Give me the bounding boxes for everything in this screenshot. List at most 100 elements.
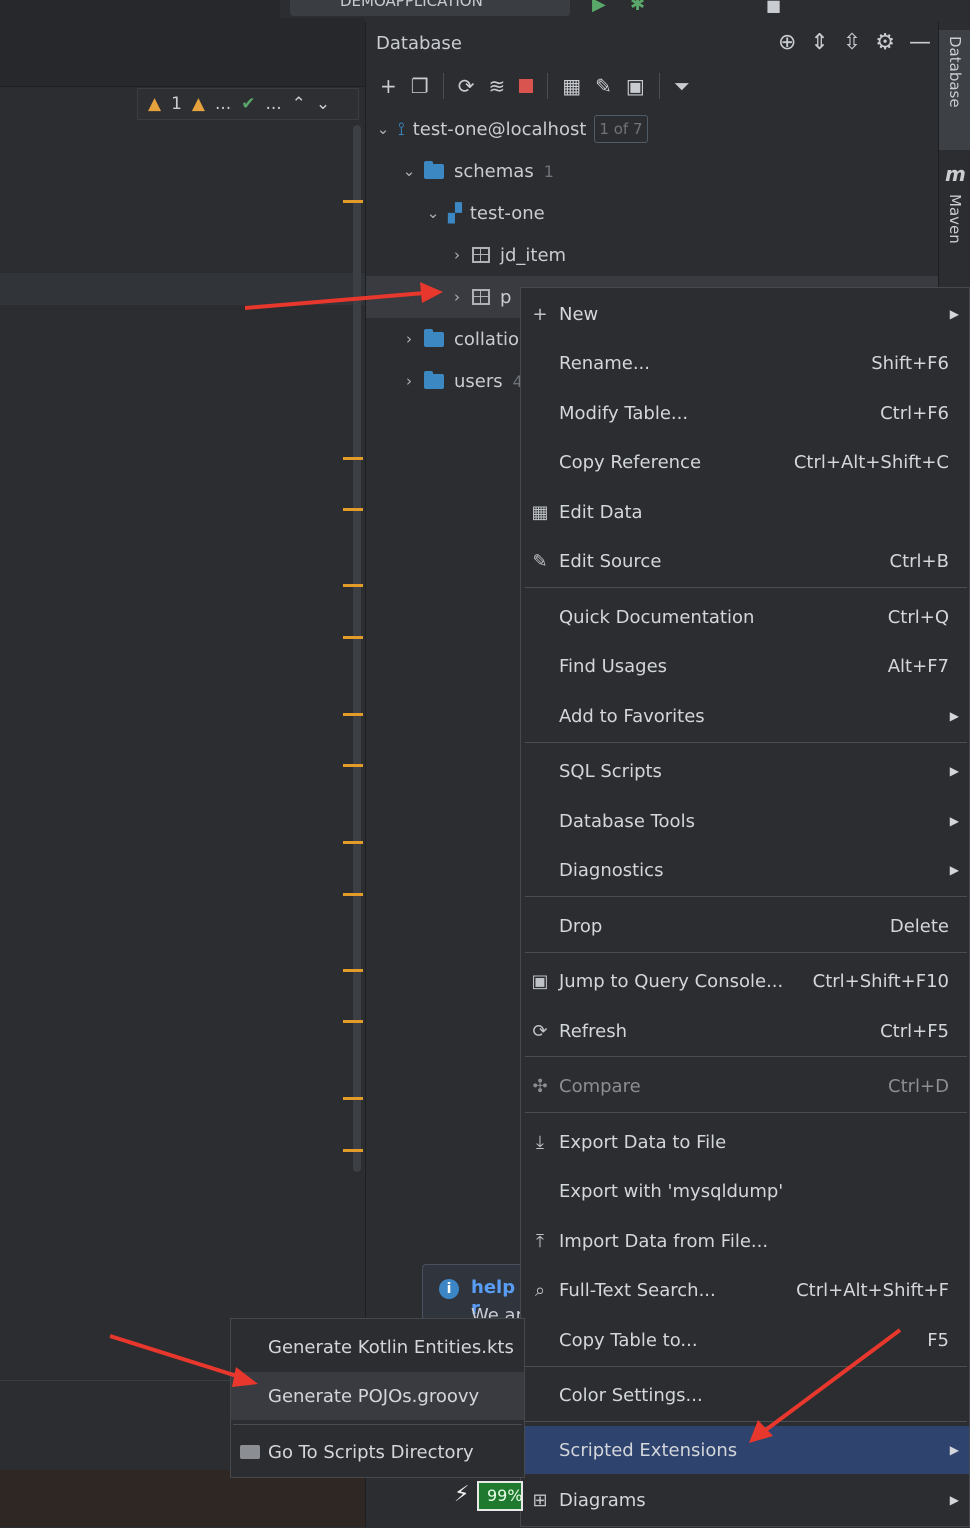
gear-icon[interactable]: ⚙ bbox=[875, 30, 895, 55]
error-stripe-mark[interactable] bbox=[343, 1149, 363, 1152]
menu-item-diagrams[interactable]: ⊞ Diagrams ▶ bbox=[521, 1476, 969, 1524]
warning-count: 1 bbox=[171, 94, 182, 114]
typo-check-icon: ✔ bbox=[241, 94, 256, 114]
error-stripe-mark[interactable] bbox=[343, 893, 363, 896]
menu-item-modify-table[interactable]: Modify Table... Ctrl+F6 bbox=[521, 389, 969, 437]
locate-icon[interactable]: ⊕ bbox=[778, 30, 796, 55]
menu-item-jump-to-query-console[interactable]: ▣ Jump to Query Console... Ctrl+Shift+F1… bbox=[521, 957, 969, 1005]
menu-item-diagnostics[interactable]: Diagnostics ▶ bbox=[521, 846, 969, 894]
copy-icon[interactable]: ❐ bbox=[411, 74, 429, 98]
chevron-right-icon[interactable]: › bbox=[448, 246, 466, 264]
pencil-icon[interactable]: ✎ bbox=[595, 74, 612, 98]
chevron-right-icon[interactable]: › bbox=[400, 372, 418, 390]
menu-item-edit-source[interactable]: ✎ Edit Source Ctrl+B bbox=[521, 537, 969, 585]
filter-icon[interactable]: ⏷ bbox=[674, 74, 690, 98]
run-configuration-select[interactable]: DEMOAPPLICATION bbox=[290, 0, 570, 16]
tree-node-collations[interactable]: › collatio bbox=[400, 319, 519, 359]
expand-all-icon[interactable]: ⇕ bbox=[810, 30, 828, 55]
menu-separator bbox=[525, 1366, 967, 1367]
error-stripe-mark[interactable] bbox=[343, 764, 363, 767]
error-stripe-mark[interactable] bbox=[343, 1020, 363, 1023]
menu-item-database-tools[interactable]: Database Tools ▶ bbox=[521, 797, 969, 845]
submenu-arrow-icon: ▶ bbox=[949, 307, 959, 321]
error-stripe-mark[interactable] bbox=[343, 969, 363, 972]
menu-item-export-mysqldump[interactable]: Export with 'mysqldump' bbox=[521, 1167, 969, 1215]
submenu-item-generate-kotlin[interactable]: Generate Kotlin Entities.kts bbox=[231, 1323, 524, 1371]
menu-item-import-data[interactable]: ⤒ Import Data from File... bbox=[521, 1217, 969, 1265]
submenu-arrow-icon: ▶ bbox=[949, 764, 959, 778]
stop-icon[interactable]: ■ bbox=[766, 0, 781, 15]
editor-scrollbar[interactable] bbox=[353, 125, 361, 1172]
error-stripe-mark[interactable] bbox=[343, 713, 363, 716]
table-icon[interactable]: ▦ bbox=[562, 74, 581, 98]
table-icon bbox=[472, 247, 490, 263]
menu-item-edit-data[interactable]: ▦ Edit Data bbox=[521, 488, 969, 536]
tab-database[interactable]: Database bbox=[939, 30, 970, 150]
schema-settings-icon[interactable]: ≋ bbox=[488, 74, 505, 98]
chevron-down-icon[interactable]: ⌄ bbox=[374, 120, 392, 138]
menu-item-color-settings[interactable]: Color Settings... bbox=[521, 1371, 969, 1419]
tree-node-schemas[interactable]: ⌄ schemas 1 bbox=[400, 151, 554, 191]
context-menu: + New ▶ Rename... Shift+F6 Modify Table.… bbox=[520, 287, 970, 1527]
folder-icon bbox=[424, 370, 444, 389]
inspections-widget[interactable]: ▲ 1 ▲ ... ✔ ... ⌃ ⌄ bbox=[137, 88, 359, 120]
error-stripe-mark[interactable] bbox=[343, 200, 363, 203]
menu-separator bbox=[233, 1424, 522, 1425]
minimize-icon[interactable]: — bbox=[909, 30, 931, 55]
mysql-icon: ⟟ bbox=[398, 118, 405, 140]
pencil-icon: ✎ bbox=[532, 550, 548, 572]
menu-item-refresh[interactable]: ⟳ Refresh Ctrl+F5 bbox=[521, 1007, 969, 1055]
notification-balloon[interactable]: i help r We ar bbox=[422, 1264, 524, 1320]
tree-node-schema[interactable]: ⌄ ▞ test-one bbox=[424, 193, 545, 233]
menu-item-new[interactable]: + New ▶ bbox=[521, 290, 969, 338]
error-stripe-mark[interactable] bbox=[343, 508, 363, 511]
error-stripe-mark[interactable] bbox=[343, 636, 363, 639]
tree-node-datasource[interactable]: ⌄ ⟟ test-one@localhost 1 of 7 bbox=[374, 109, 648, 149]
next-highlight-icon[interactable]: ⌄ bbox=[316, 94, 330, 114]
menu-item-rename[interactable]: Rename... Shift+F6 bbox=[521, 339, 969, 387]
current-line-highlight bbox=[0, 273, 365, 305]
error-stripe-mark[interactable] bbox=[343, 584, 363, 587]
menu-separator bbox=[525, 742, 967, 743]
import-icon: ⤒ bbox=[536, 1230, 544, 1252]
debug-icon[interactable]: ✱ bbox=[630, 0, 645, 15]
menu-item-copy-table[interactable]: Copy Table to... F5 bbox=[521, 1316, 969, 1364]
previous-highlight-icon[interactable]: ⌃ bbox=[292, 94, 306, 114]
add-icon[interactable]: + bbox=[380, 74, 397, 98]
submenu-item-go-to-scripts[interactable]: Go To Scripts Directory bbox=[231, 1428, 524, 1476]
tree-node-table-selected[interactable]: › p bbox=[448, 277, 511, 317]
menu-item-compare[interactable]: ✣ Compare Ctrl+D bbox=[521, 1062, 969, 1110]
stop-icon[interactable] bbox=[519, 79, 534, 93]
typo-count: ... bbox=[265, 94, 282, 114]
menu-item-drop[interactable]: Drop Delete bbox=[521, 902, 969, 950]
tree-node-table[interactable]: › jd_item bbox=[448, 235, 566, 275]
run-icon[interactable]: ▶ bbox=[592, 0, 606, 15]
query-console-icon[interactable]: ▣ bbox=[626, 74, 645, 98]
menu-item-scripted-extensions[interactable]: Scripted Extensions ▶ bbox=[521, 1426, 969, 1474]
search-icon: ⌕ bbox=[534, 1279, 546, 1301]
tree-node-users[interactable]: › users 4 bbox=[400, 361, 523, 401]
database-panel-header: Database ⊕ ⇕ ⇳ ⚙ — bbox=[366, 22, 939, 64]
chevron-right-icon[interactable]: › bbox=[400, 330, 418, 348]
menu-item-full-text-search[interactable]: ⌕ Full-Text Search... Ctrl+Alt+Shift+F bbox=[521, 1266, 969, 1314]
menu-item-copy-reference[interactable]: Copy Reference Ctrl+Alt+Shift+C bbox=[521, 438, 969, 486]
submenu-item-generate-pojos[interactable]: Generate POJOs.groovy bbox=[231, 1372, 524, 1420]
power-icon: ⚡ bbox=[454, 1482, 470, 1507]
error-stripe-mark[interactable] bbox=[343, 1097, 363, 1100]
refresh-icon[interactable]: ⟳ bbox=[458, 74, 475, 98]
collapse-all-icon[interactable]: ⇳ bbox=[843, 30, 861, 55]
chevron-down-icon[interactable]: ⌄ bbox=[424, 204, 442, 222]
menu-item-add-to-favorites[interactable]: Add to Favorites ▶ bbox=[521, 692, 969, 740]
menu-item-sql-scripts[interactable]: SQL Scripts ▶ bbox=[521, 747, 969, 795]
chevron-down-icon[interactable]: ⌄ bbox=[400, 162, 418, 180]
menu-item-export-data[interactable]: ⤓ Export Data to File bbox=[521, 1118, 969, 1166]
chevron-right-icon[interactable]: › bbox=[448, 288, 466, 306]
menu-item-find-usages[interactable]: Find Usages Alt+F7 bbox=[521, 642, 969, 690]
battery-indicator: 99% bbox=[477, 1481, 523, 1511]
menu-separator bbox=[525, 1112, 967, 1113]
tab-maven[interactable]: Maven bbox=[939, 188, 970, 278]
session-badge[interactable]: 1 of 7 bbox=[594, 115, 648, 143]
error-stripe-mark[interactable] bbox=[343, 457, 363, 460]
menu-item-quick-documentation[interactable]: Quick Documentation Ctrl+Q bbox=[521, 593, 969, 641]
error-stripe-mark[interactable] bbox=[343, 841, 363, 844]
